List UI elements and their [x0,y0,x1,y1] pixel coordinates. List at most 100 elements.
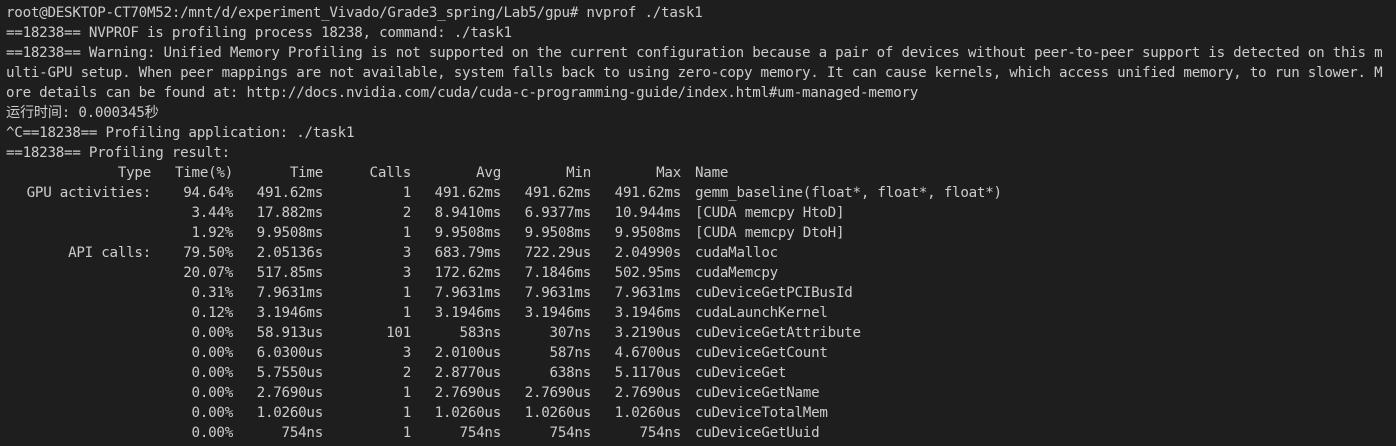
cell-name: [CUDA memcpy HtoD] [695,205,845,221]
cell-min: 307ns [549,325,592,341]
table-row: 3.44% 17.882ms 2 8.9410ms 6.9377ms 10.944ms [C… [6,203,1396,223]
table-header: Type Time(%) Time Calls Avg Min Max Name [6,163,1396,183]
cell-avg: 583ns [459,325,502,341]
cell-min: 6.9377ms [524,205,592,221]
cell-avg: 9.9508ms [434,225,502,241]
cell-calls: 2 [402,365,412,381]
cell-avg: 491.62ms [434,185,502,201]
cell-avg: 172.62ms [434,265,502,281]
cell-name: cuDeviceTotalMem [695,405,828,421]
cell-name: gemm_baseline(float*, float*, float*) [695,185,1002,201]
cell-avg: 2.7690us [434,385,502,401]
result-line: ==18238== Profiling result: [6,145,230,161]
cell-calls: 1 [402,385,412,401]
cell-time: 2.05136s [256,245,324,261]
cell-time-pct: 0.00% [191,325,234,341]
cell-name: cuDeviceGet [695,365,787,381]
cell-time-pct: 20.07% [183,265,233,281]
cell-min: 1.0260us [524,405,592,421]
cell-type: API calls: [68,245,151,261]
runtime-line: 运行时间: 0.000345秒 [6,105,159,121]
cell-min: 587ns [549,345,592,361]
cell-calls: 2 [402,205,412,221]
table-row: 0.00% 2.7690us 1 2.7690us 2.7690us 2.7690us cu… [6,383,1396,403]
cell-calls: 1 [402,225,412,241]
cell-avg: 1.0260us [434,405,502,421]
cell-max: 2.04990s [614,245,682,261]
table-row: 0.00% 754ns 1 754ns 754ns 754ns cuDeviceGetUui… [6,423,1396,443]
header-min: Min [566,165,591,181]
cell-name: cuDeviceGetCount [695,345,828,361]
cell-calls: 1 [402,285,412,301]
table-row: 0.00% 58.913us 101 583ns 307ns 3.2190us cuDevi… [6,323,1396,343]
header-name: Name [695,165,729,181]
cell-calls: 1 [402,185,412,201]
cell-min: 9.9508ms [524,225,592,241]
cell-max: 5.1170us [614,365,682,381]
cell-min: 7.9631ms [524,285,592,301]
cell-max: 9.9508ms [614,225,682,241]
cell-min: 3.1946ms [524,305,592,321]
cell-type [6,283,151,303]
cell-time-pct: 3.44% [191,205,234,221]
cell-max: 3.2190us [614,325,682,341]
terminal-window[interactable]: root@DESKTOP-CT70M52:/mnt/d/experiment_V… [0,0,1396,446]
cell-avg: 683.79ms [434,245,502,261]
nvprof-line: ==18238== NVPROF is profiling process 18… [6,25,512,41]
cell-time-pct: 0.00% [191,425,234,441]
header-type: Type [117,165,151,181]
header-max: Max [656,165,681,181]
cell-calls: 1 [402,405,412,421]
cell-avg: 754ns [459,425,502,441]
cell-time: 1.0260us [256,405,324,421]
cell-type [6,323,151,343]
cell-avg: 7.9631ms [434,285,502,301]
cell-calls: 3 [402,265,412,281]
cell-type [6,423,151,443]
cell-min: 2.7690us [524,385,592,401]
table-row: 0.12% 3.1946ms 1 3.1946ms 3.1946ms 3.1946ms cu… [6,303,1396,323]
cell-type [6,263,151,283]
table-row: API calls: 79.50% 2.05136s 3 683.79ms 722.29u… [6,243,1396,263]
cell-time: 58.913us [256,325,324,341]
prompt-line: root@DESKTOP-CT70M52:/mnt/d/experiment_V… [6,5,703,21]
cell-type [6,343,151,363]
table-row: GPU activities: 94.64% 491.62ms 1 491.62ms 49… [6,183,1396,203]
table-row: 0.00% 6.0300us 3 2.0100us 587ns 4.6700us cuDev… [6,343,1396,363]
cell-time: 6.0300us [256,345,324,361]
cell-time: 3.1946ms [256,305,324,321]
cell-max: 754ns [639,425,682,441]
cell-type [6,223,151,243]
cell-max: 491.62ms [614,185,682,201]
cell-time: 2.7690us [256,385,324,401]
cell-calls: 3 [402,345,412,361]
table-row: 1.92% 9.9508ms 1 9.9508ms 9.9508ms 9.9508ms [C… [6,223,1396,243]
cell-min: 754ns [549,425,592,441]
app-line: ^C==18238== Profiling application: ./tas… [6,125,355,141]
cell-name: cudaMemcpy [695,265,778,281]
cell-min: 722.29us [524,245,592,261]
cell-max: 7.9631ms [614,285,682,301]
cell-type: GPU activities: [26,185,152,201]
table-row: 0.00% 5.7550us 2 2.8770us 638ns 5.1170us cuDev… [6,363,1396,383]
header-time: Time [289,165,323,181]
cell-calls: 101 [386,325,411,341]
cell-max: 10.944ms [614,205,682,221]
profiling-table: Type Time(%) Time Calls Avg Min Max Name… [6,163,1396,443]
cell-time: 491.62ms [256,185,324,201]
header-avg: Avg [476,165,501,181]
cell-max: 3.1946ms [614,305,682,321]
cell-avg: 8.9410ms [434,205,502,221]
cell-time: 9.9508ms [256,225,324,241]
cell-time: 7.9631ms [256,285,324,301]
cell-time-pct: 0.00% [191,405,234,421]
cell-name: cudaMalloc [695,245,778,261]
cell-max: 2.7690us [614,385,682,401]
cell-time-pct: 79.50% [183,245,233,261]
cell-max: 4.6700us [614,345,682,361]
cell-type [6,363,151,383]
cell-type [6,403,151,423]
cell-time-pct: 0.31% [191,285,234,301]
table-row: 0.31% 7.9631ms 1 7.9631ms 7.9631ms 7.9631ms cu… [6,283,1396,303]
cell-calls: 1 [402,425,412,441]
